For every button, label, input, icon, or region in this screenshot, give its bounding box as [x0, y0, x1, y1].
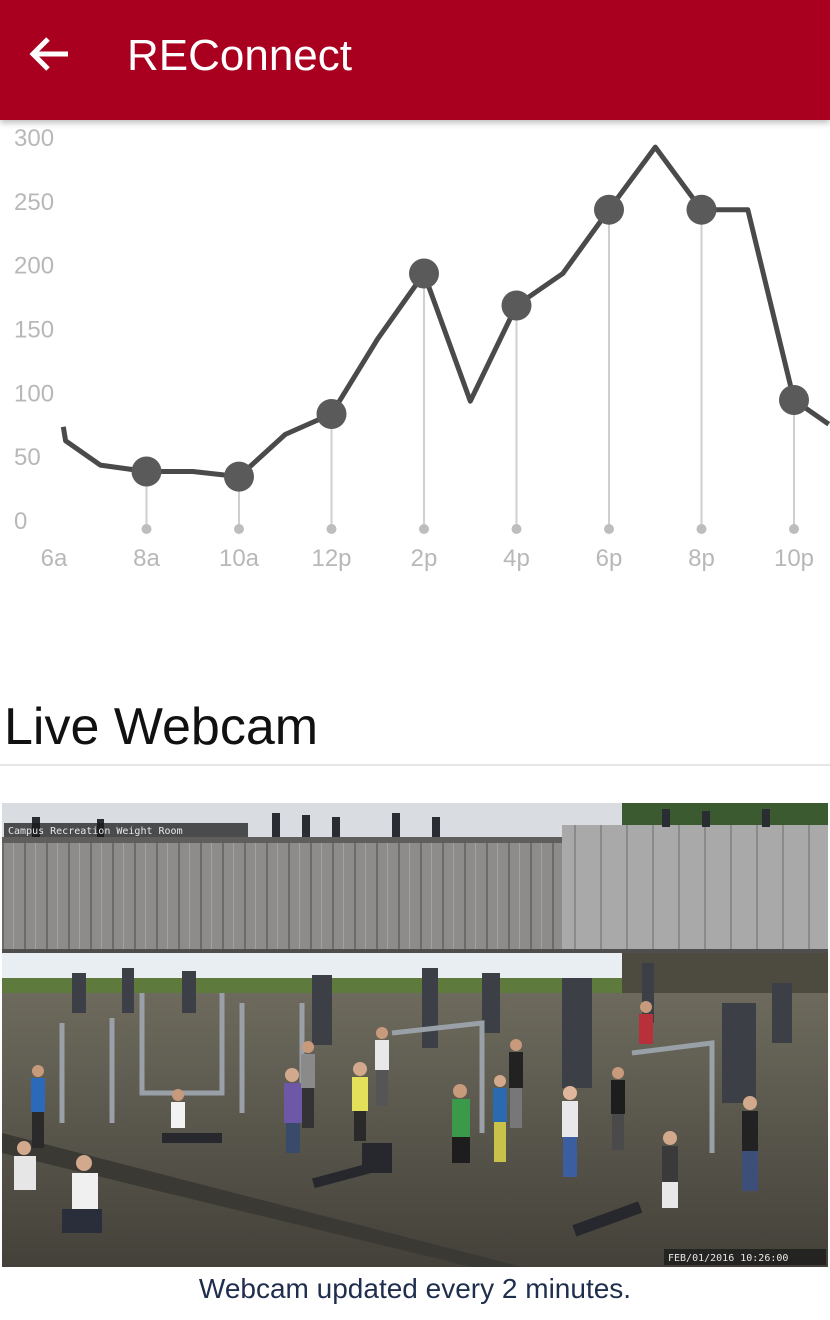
app-title: REConnect	[127, 31, 353, 80]
arrow-left-icon	[29, 37, 68, 71]
baseline-dot	[141, 524, 152, 534]
data-point-marker[interactable]	[316, 399, 347, 430]
baseline-dot	[326, 524, 337, 534]
x-tick-label: 10p	[774, 545, 814, 572]
series-line	[60, 144, 830, 480]
webcam-scene: Campus Recreation Weight Room FEB/01/201…	[2, 803, 828, 1267]
baseline-dot	[234, 524, 244, 534]
section-divider	[0, 764, 830, 766]
baseline-dot	[789, 524, 799, 534]
back-button[interactable]	[18, 22, 82, 86]
y-tick-label: 250	[14, 189, 54, 216]
baseline-dot	[604, 524, 614, 534]
data-point-marker[interactable]	[779, 384, 809, 415]
section-title-live-webcam: Live Webcam	[4, 698, 319, 756]
app-bar: REConnect	[0, 0, 830, 120]
baseline-dot	[511, 524, 522, 534]
x-tick-label: 10a	[219, 545, 260, 572]
baseline-dot	[696, 524, 707, 534]
baseline-dot	[419, 524, 429, 534]
data-point-marker[interactable]	[131, 456, 162, 487]
x-tick-label: 8a	[133, 545, 160, 572]
webcam-caption: Webcam updated every 2 minutes.	[198, 1273, 632, 1304]
occupancy-chart: 0 50 100 150 200 250 300 6a 8a 10a 12p 2p 4p 6p 8p 10p	[0, 120, 830, 590]
webcam-timestamp: FEB/01/2016 10:26:00	[668, 1253, 788, 1264]
y-tick-label: 150	[14, 316, 54, 343]
data-point-marker[interactable]	[224, 461, 254, 492]
y-tick-label: 200	[14, 253, 54, 280]
x-tick-label: 8p	[688, 545, 715, 572]
y-tick-label: 0	[14, 508, 27, 535]
data-point-marker[interactable]	[501, 290, 532, 321]
data-point-marker[interactable]	[686, 194, 717, 225]
y-tick-label: 300	[14, 125, 54, 152]
data-point-marker[interactable]	[409, 258, 439, 289]
data-point-marker[interactable]	[594, 194, 624, 225]
x-tick-label: 2p	[411, 545, 438, 572]
x-tick-label: 12p	[311, 545, 351, 572]
x-tick-label: 4p	[503, 545, 530, 572]
x-tick-label: 6p	[596, 545, 623, 572]
webcam-overlay-label: Campus Recreation Weight Room	[8, 826, 183, 837]
x-tick-label: 6a	[41, 545, 68, 572]
y-tick-label: 100	[14, 380, 54, 407]
occupancy-chart-svg: 0 50 100 150 200 250 300 6a 8a 10a 12p 2p 4p 6p 8p 10p	[14, 125, 830, 572]
webcam-image[interactable]: Campus Recreation Weight Room FEB/01/201…	[2, 803, 828, 1267]
y-tick-label: 50	[14, 444, 41, 471]
